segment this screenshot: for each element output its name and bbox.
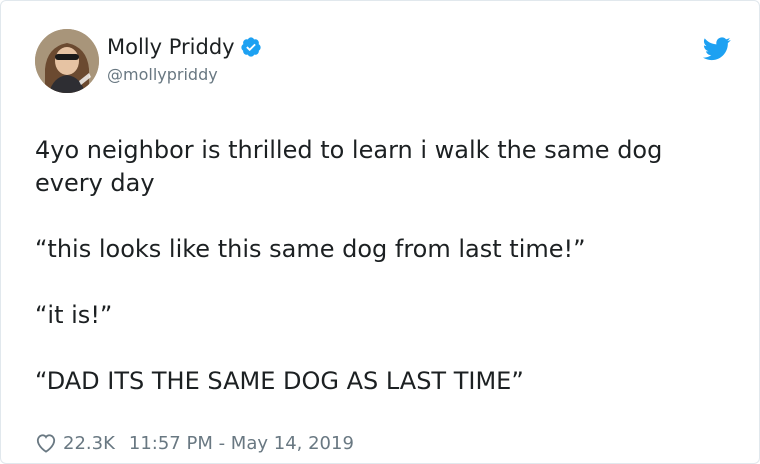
author-name-text: Molly Priddy <box>107 35 235 59</box>
tweet-footer: 22.3K 11:57 PM - May 14, 2019 <box>35 431 354 455</box>
heart-icon[interactable] <box>35 433 57 453</box>
tweet-header: Molly Priddy @mollypriddy <box>35 29 731 99</box>
tweet-paragraph: “it is!” <box>35 301 113 329</box>
tweet-paragraph: “this looks like this same dog from last… <box>35 235 586 263</box>
tweet-timestamp[interactable]: 11:57 PM - May 14, 2019 <box>129 433 354 454</box>
author-handle[interactable]: @mollypriddy <box>107 65 218 84</box>
tweet-text: 4yo neighbor is thrilled to learn i walk… <box>35 134 735 431</box>
verified-badge-icon <box>240 37 261 57</box>
tweet-card: Molly Priddy @mollypriddy 4yo neighbor i… <box>0 0 760 464</box>
like-count[interactable]: 22.3K <box>63 433 115 454</box>
avatar-photo <box>35 29 99 93</box>
twitter-bird-icon[interactable] <box>703 37 731 61</box>
avatar[interactable] <box>35 29 99 93</box>
tweet-paragraph: 4yo neighbor is thrilled to learn i walk… <box>35 136 663 197</box>
tweet-paragraph: “DAD ITS THE SAME DOG AS LAST TIME” <box>35 367 524 395</box>
author-name[interactable]: Molly Priddy <box>107 35 262 59</box>
